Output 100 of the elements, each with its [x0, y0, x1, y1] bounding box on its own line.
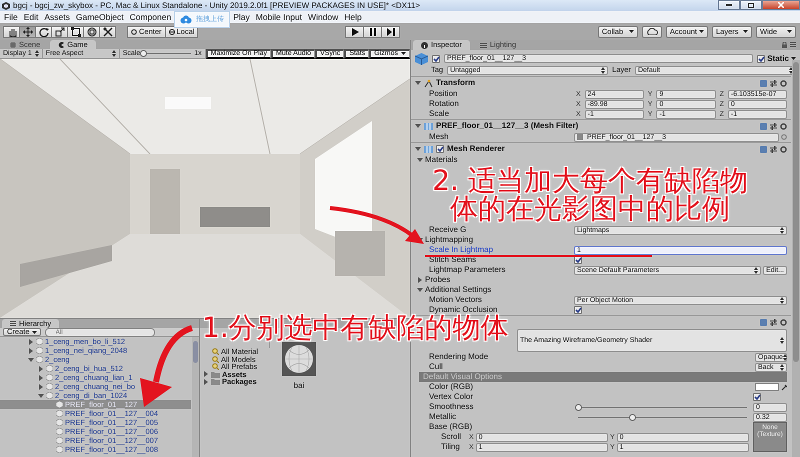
caret-icon — [401, 52, 406, 55]
tool-button[interactable] — [19, 26, 36, 38]
field-label: Smoothness — [429, 403, 474, 411]
tool-button[interactable] — [51, 26, 68, 38]
settings-icon — [780, 146, 787, 152]
menu-item[interactable]: Edit — [20, 12, 42, 22]
component-header[interactable]: Transform — [411, 76, 791, 89]
menu-item[interactable]: GameObject — [72, 12, 127, 22]
field-label: Cull — [429, 363, 444, 371]
menu-item[interactable]: Componen — [126, 12, 174, 22]
checkbox[interactable] — [753, 392, 761, 400]
pacman-icon — [58, 42, 64, 48]
field-label: Vertex Color — [429, 393, 474, 401]
menu-item[interactable]: Mobile Input — [252, 12, 306, 22]
minimize-button[interactable] — [718, 0, 740, 10]
field-label: Dynamic Occlusion — [429, 306, 498, 314]
grid-icon — [10, 42, 16, 48]
play-icon — [350, 28, 359, 36]
dropdown-icon — [780, 364, 784, 370]
help-icon — [760, 146, 767, 152]
maximize-icon — [748, 2, 754, 8]
playback-button[interactable] — [345, 26, 364, 38]
field-label: Receive G — [429, 226, 468, 234]
menu-item[interactable]: File — [1, 12, 21, 22]
field-label: Color (RGB) — [429, 383, 474, 391]
tool-button[interactable] — [83, 26, 100, 38]
menu-item[interactable]: Help — [341, 12, 365, 22]
rotate-icon — [38, 26, 48, 36]
info-icon — [421, 42, 428, 48]
asset-name: bai — [294, 382, 304, 390]
slider-thumb[interactable] — [140, 50, 148, 57]
checkbox[interactable] — [432, 54, 440, 62]
tool-button[interactable] — [35, 26, 52, 38]
playback-button[interactable] — [363, 26, 382, 38]
prefab-cube-icon — [415, 52, 428, 64]
cloud-button[interactable] — [642, 26, 662, 38]
component-header[interactable]: Mesh Renderer — [411, 142, 791, 155]
dropdown-icon — [780, 226, 784, 234]
checkmark-icon — [574, 307, 582, 313]
step-icon — [386, 28, 395, 36]
asset-thumbnail[interactable] — [282, 342, 316, 376]
dropdown-icon — [112, 50, 116, 57]
menu-item[interactable]: Window — [305, 12, 342, 22]
scrollbar[interactable] — [792, 60, 800, 457]
list-icon — [10, 321, 16, 326]
hand-icon — [6, 26, 16, 36]
caret-icon — [787, 30, 792, 33]
transform-icon — [86, 26, 96, 36]
caret-icon — [699, 30, 704, 33]
section-label: Materials — [425, 156, 458, 164]
color-swatch[interactable] — [755, 383, 779, 391]
slider-thumb[interactable] — [629, 414, 636, 420]
tool-button[interactable] — [67, 26, 84, 38]
move-icon — [22, 26, 32, 36]
preset-icon — [770, 146, 777, 152]
settings-icon — [780, 80, 787, 86]
scrollbar[interactable] — [192, 337, 199, 457]
minimize-icon — [726, 4, 732, 6]
help-icon — [760, 122, 767, 130]
help-icon — [760, 319, 767, 326]
field-label: Tiling — [441, 443, 461, 451]
lock-icon — [782, 42, 787, 48]
window-title: bgcj - bgcj_zw_skybox - PC, Mac & Linux Standalone - Unity 2019.2.0f1 [PREVIEW PACKAGES IN USE]* <DX11> — [13, 2, 420, 10]
preset-icon — [770, 319, 777, 326]
playback-button[interactable] — [381, 26, 400, 38]
caret-icon — [32, 330, 37, 334]
tool-button[interactable] — [99, 26, 116, 38]
slider-thumb[interactable] — [575, 404, 582, 410]
rect-icon — [70, 26, 80, 36]
cloud-icon — [646, 28, 658, 35]
field-label: Metallic — [429, 413, 458, 421]
checkmark-icon — [436, 146, 444, 152]
component-header[interactable]: PREF_floor_01__127__3 (Mesh Filter) — [411, 119, 791, 132]
dropdown-icon — [34, 50, 39, 57]
dropdown-icon — [780, 337, 784, 344]
tool-button[interactable] — [3, 26, 20, 38]
menu-item[interactable]: Assets — [41, 12, 73, 22]
dropdown-icon — [780, 296, 784, 304]
field-label: Rendering Mode — [429, 353, 490, 361]
globe-icon — [168, 28, 175, 34]
preset-icon — [770, 80, 777, 86]
section-label: Lightmapping — [425, 236, 474, 244]
close-button[interactable] — [762, 0, 800, 10]
mesh-icon — [577, 134, 583, 140]
dropdown-icon — [601, 66, 606, 74]
pivot-icon — [131, 28, 137, 34]
checkmark-icon — [758, 56, 765, 62]
maximize-button[interactable] — [740, 0, 762, 10]
transform-icon — [424, 78, 433, 88]
close-icon — [778, 2, 784, 8]
checkbox[interactable] — [574, 306, 582, 314]
checkbox[interactable] — [757, 54, 766, 62]
dropdown-icon — [782, 354, 787, 360]
checkbox[interactable] — [436, 145, 444, 153]
field-label: Mesh — [429, 133, 450, 141]
mesh-icon — [424, 144, 433, 154]
menu-icon — [790, 42, 796, 47]
cloud-upload-icon — [180, 15, 192, 24]
help-icon — [760, 80, 767, 86]
menu-item[interactable]: Play — [230, 12, 253, 22]
